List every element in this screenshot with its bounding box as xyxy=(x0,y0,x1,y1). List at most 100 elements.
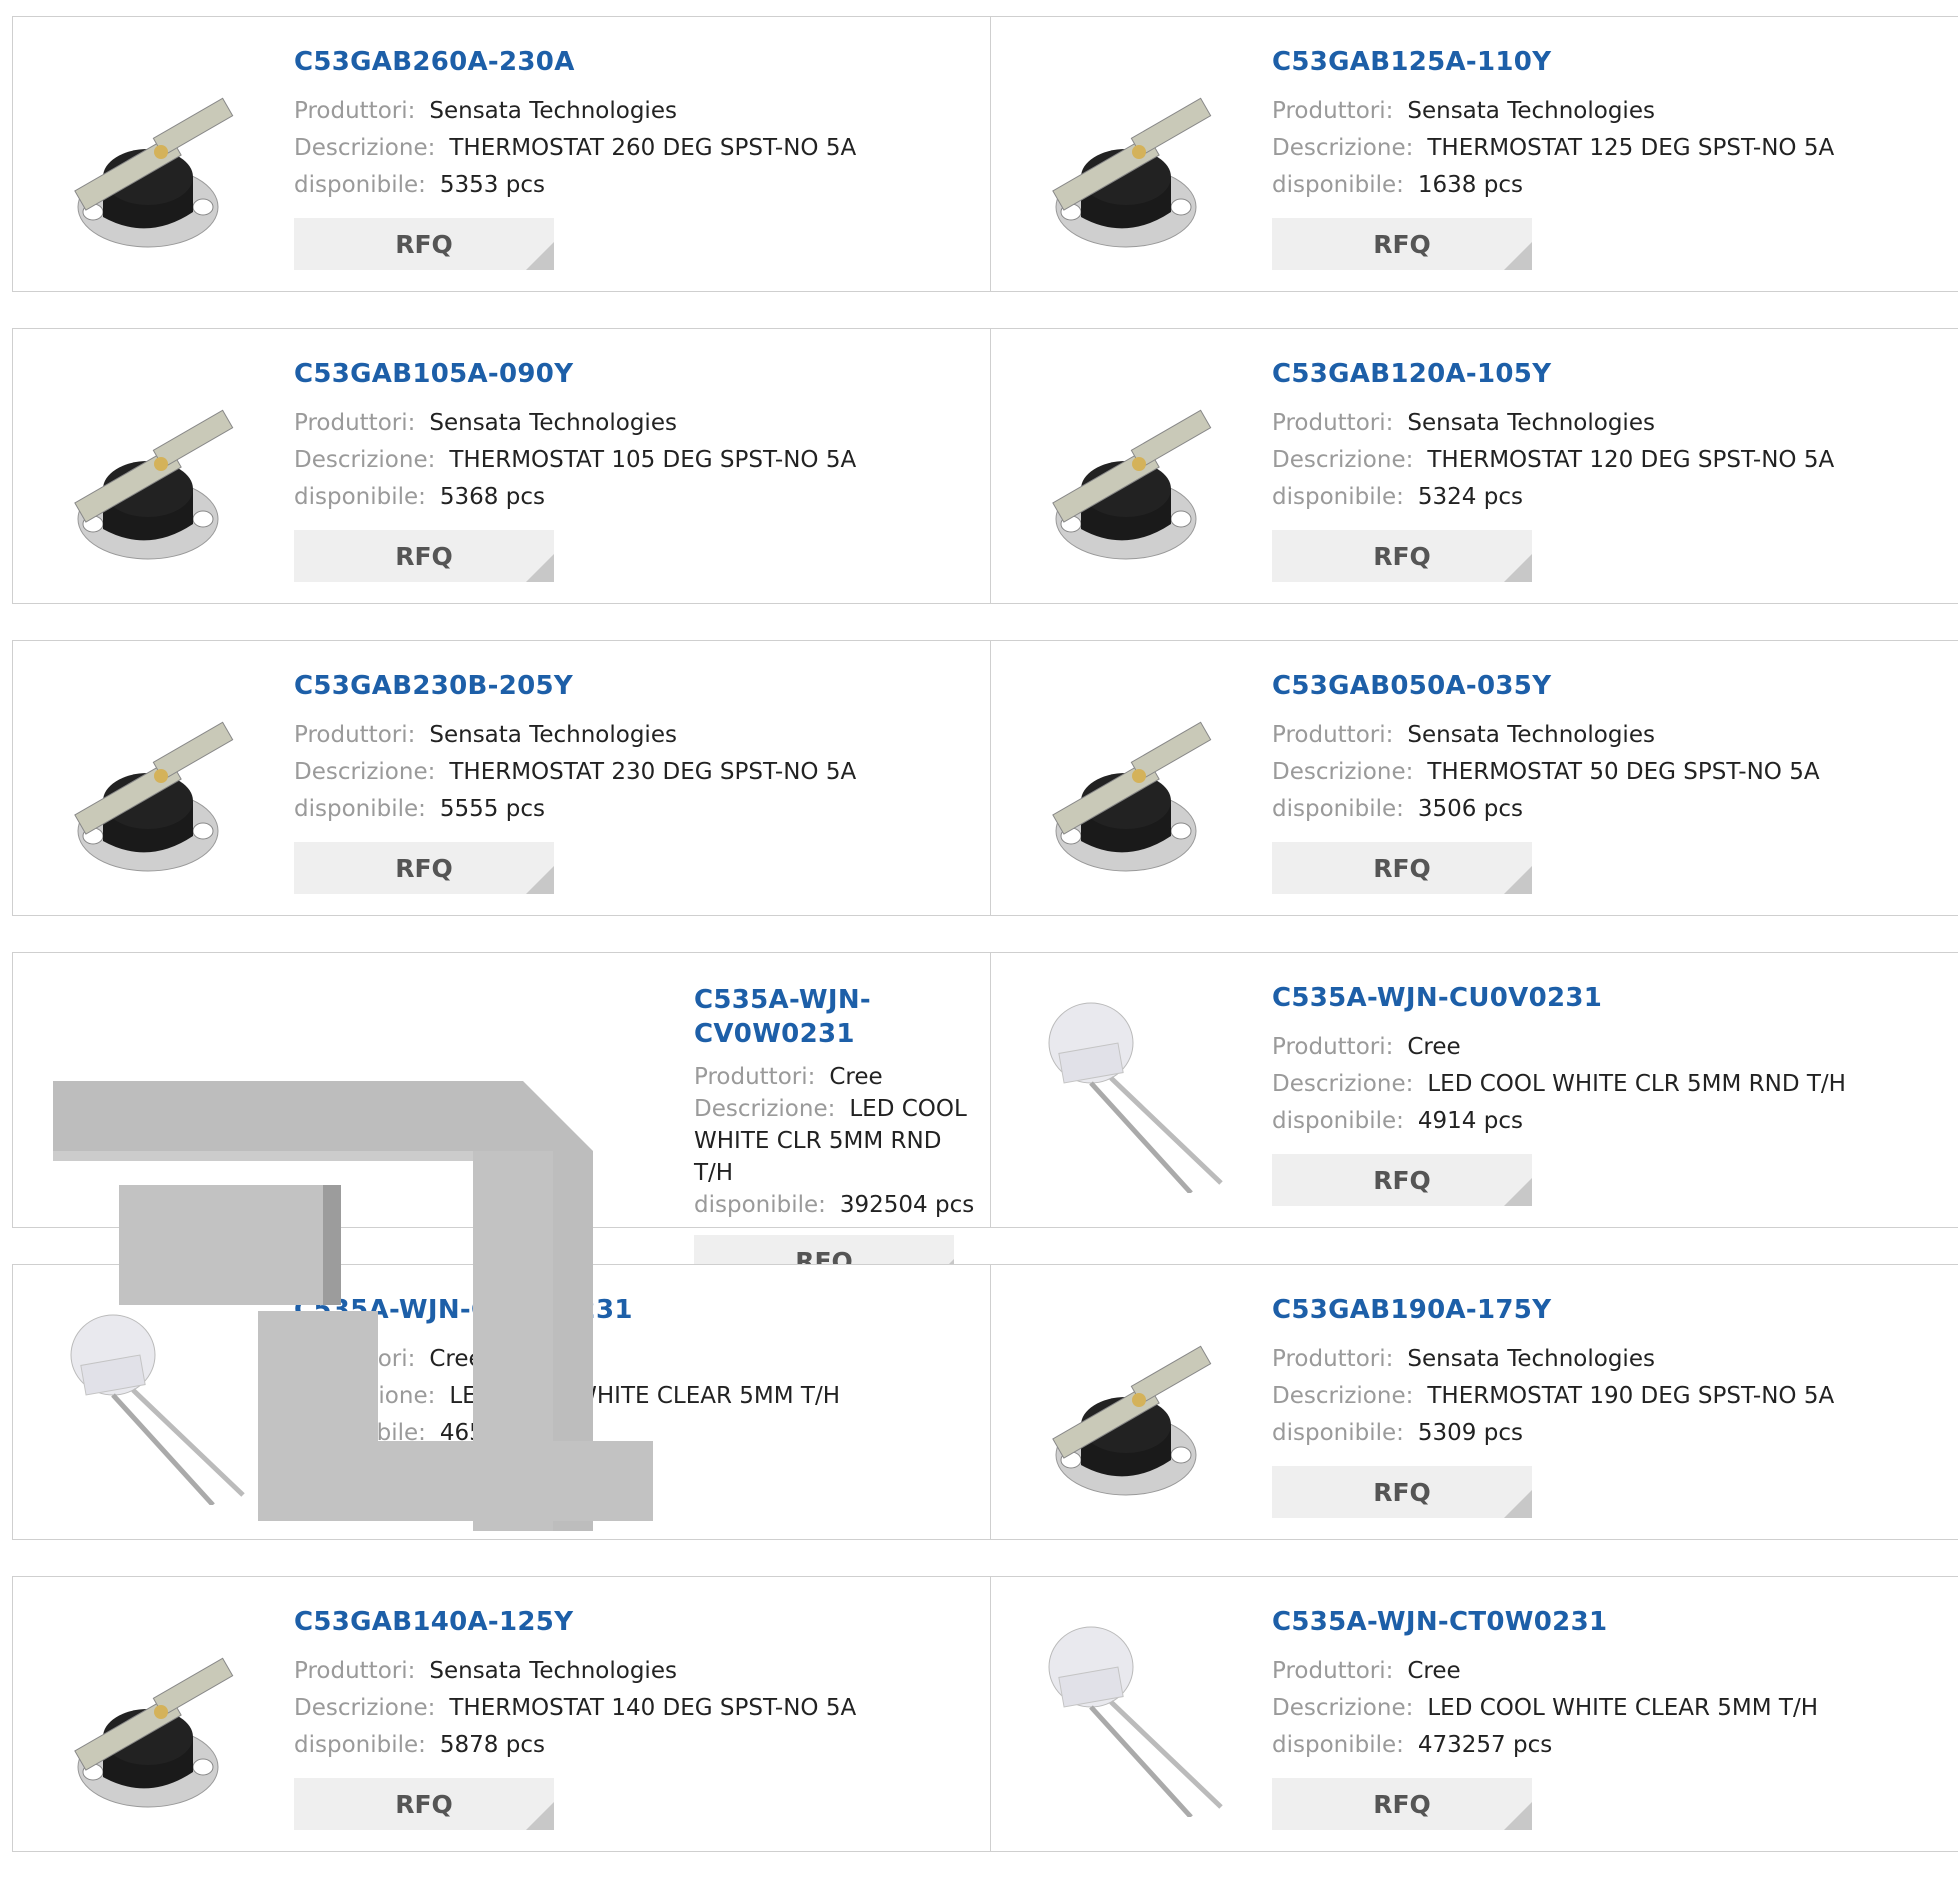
manufacturer-line: Produttori: Cree xyxy=(1272,1653,1872,1690)
manufacturer-value: Sensata Technologies xyxy=(429,410,677,436)
rfq-button[interactable]: RFQ xyxy=(294,530,554,582)
description-value: THERMOSTAT 105 DEG SPST-NO 5A xyxy=(449,447,857,473)
description-value: LED COOL WHITE CLEAR 5MM T/H xyxy=(1427,1695,1818,1721)
manufacturer-line: Produttori: Sensata Technologies xyxy=(1272,1341,1872,1378)
description-value: THERMOSTAT 230 DEG SPST-NO 5A xyxy=(449,759,857,785)
rfq-button[interactable]: RFQ xyxy=(1272,1778,1532,1830)
description-label: Descrizione: xyxy=(294,447,436,473)
corner-decoration xyxy=(526,242,554,270)
available-label: disponibile: xyxy=(1272,1108,1404,1134)
thermostat-image[interactable] xyxy=(1031,57,1231,257)
part-number-link[interactable]: C53GAB120A-105Y xyxy=(1272,359,1872,389)
available-label: disponibile: xyxy=(694,1192,826,1218)
available-value: 5555 pcs xyxy=(439,796,545,822)
led-image[interactable] xyxy=(1031,993,1231,1195)
description-value: THERMOSTAT 190 DEG SPST-NO 5A xyxy=(1427,1383,1835,1409)
description-label: Descrizione: xyxy=(1272,759,1414,785)
manufacturer-label: Produttori: xyxy=(1272,722,1394,748)
manufacturer-line: Produttori: Sensata Technologies xyxy=(294,717,894,754)
rfq-button[interactable]: RFQ xyxy=(1272,1154,1532,1206)
manufacturer-label: Produttori: xyxy=(1272,1346,1394,1372)
part-number-link[interactable]: C535A-WJN-CU0V0231 xyxy=(1272,983,1872,1013)
description-value: THERMOSTAT 260 DEG SPST-NO 5A xyxy=(449,135,857,161)
rfq-button[interactable]: RFQ xyxy=(294,218,554,270)
manufacturer-line: Produttori: Sensata Technologies xyxy=(294,405,894,442)
available-label: disponibile: xyxy=(294,1732,426,1758)
part-number-link[interactable]: C53GAB050A-035Y xyxy=(1272,671,1872,701)
description-line: Descrizione: THERMOSTAT 50 DEG SPST-NO 5A xyxy=(1272,754,1872,791)
description-label: Descrizione: xyxy=(294,1695,436,1721)
description-line: Descrizione: THERMOSTAT 230 DEG SPST-NO 5… xyxy=(294,754,894,791)
manufacturer-label: Produttori: xyxy=(294,1658,416,1684)
product-row: C53GAB260A-230A Produttori: Sensata Techno… xyxy=(12,16,1958,292)
manufacturer-line: Produttori: Cree xyxy=(694,1061,984,1093)
manufacturer-value: Cree xyxy=(1407,1658,1461,1684)
thermostat-image[interactable] xyxy=(1031,681,1231,881)
manufacturer-value: Sensata Technologies xyxy=(1407,98,1655,124)
part-number-link[interactable]: C53GAB140A-125Y xyxy=(294,1607,894,1637)
description-label: Descrizione: xyxy=(294,135,436,161)
thermostat-image[interactable] xyxy=(53,681,253,881)
product-info: C535A-WJN-CV0W0231 Produttori: Cree Descriz… xyxy=(694,983,984,1287)
manufacturer-value: Cree xyxy=(829,1064,883,1090)
product-info: C53GAB050A-035Y Produttori: Sensata Techno… xyxy=(1272,671,1872,894)
manufacturer-value: Sensata Technologies xyxy=(429,722,677,748)
description-line: Descrizione: THERMOSTAT 140 DEG SPST-NO 5… xyxy=(294,1690,894,1727)
product-card: C53GAB260A-230A Produttori: Sensata Techno… xyxy=(12,16,992,292)
available-label: disponibile: xyxy=(294,796,426,822)
description-line: Descrizione: THERMOSTAT 120 DEG SPST-NO 5… xyxy=(1272,442,1872,479)
availability-line: disponibile: 3506 pcs xyxy=(1272,791,1872,828)
product-card: C535A-WJN-CU0V0231 Produttori: Cree Descriz… xyxy=(990,952,1958,1228)
thermostat-image[interactable] xyxy=(1031,369,1231,569)
rfq-button[interactable]: RFQ xyxy=(294,1778,554,1830)
part-number-link[interactable]: C53GAB260A-230A xyxy=(294,47,894,77)
description-label: Descrizione: xyxy=(1272,447,1414,473)
bracket-image[interactable] xyxy=(53,1081,658,1531)
product-info: C53GAB190A-175Y Produttori: Sensata Techno… xyxy=(1272,1295,1872,1518)
availability-line: disponibile: 392504 pcs xyxy=(694,1189,984,1221)
thermostat-image[interactable] xyxy=(53,369,253,569)
led-image[interactable] xyxy=(1031,1617,1231,1819)
available-value: 1638 pcs xyxy=(1417,172,1523,198)
manufacturer-label: Produttori: xyxy=(694,1064,816,1090)
manufacturer-value: Sensata Technologies xyxy=(429,98,677,124)
rfq-label: RFQ xyxy=(1373,1789,1431,1819)
thermostat-image[interactable] xyxy=(53,1617,253,1817)
description-line: Descrizione: THERMOSTAT 190 DEG SPST-NO 5… xyxy=(1272,1378,1872,1415)
corner-decoration xyxy=(1504,554,1532,582)
product-info: C53GAB140A-125Y Produttori: Sensata Techno… xyxy=(294,1607,894,1830)
description-value: LED COOL WHITE CLR 5MM RND T/H xyxy=(1427,1071,1846,1097)
product-card: C53GAB105A-090Y Produttori: Sensata Techno… xyxy=(12,328,992,604)
rfq-button[interactable]: RFQ xyxy=(294,842,554,894)
rfq-button[interactable]: RFQ xyxy=(1272,530,1532,582)
availability-line: disponibile: 5353 pcs xyxy=(294,167,894,204)
product-card: C53GAB230B-205Y Produttori: Sensata Techno… xyxy=(12,640,992,916)
available-value: 5368 pcs xyxy=(439,484,545,510)
manufacturer-label: Produttori: xyxy=(294,722,416,748)
part-number-link[interactable]: C53GAB105A-090Y xyxy=(294,359,894,389)
availability-line: disponibile: 5309 pcs xyxy=(1272,1415,1872,1452)
corner-decoration xyxy=(1504,1178,1532,1206)
product-info: C535A-WJN-CT0W0231 Produttori: Cree Descriz… xyxy=(1272,1607,1872,1830)
corner-decoration xyxy=(1504,1490,1532,1518)
description-label: Descrizione: xyxy=(294,759,436,785)
description-line: Descrizione: THERMOSTAT 105 DEG SPST-NO 5… xyxy=(294,442,894,479)
rfq-button[interactable]: RFQ xyxy=(1272,218,1532,270)
available-label: disponibile: xyxy=(1272,796,1404,822)
manufacturer-label: Produttori: xyxy=(1272,1658,1394,1684)
availability-line: disponibile: 5555 pcs xyxy=(294,791,894,828)
thermostat-image[interactable] xyxy=(53,57,253,257)
part-number-link[interactable]: C535A-WJN-CV0W0231 xyxy=(694,983,984,1051)
manufacturer-line: Produttori: Sensata Technologies xyxy=(1272,717,1872,754)
rfq-button[interactable]: RFQ xyxy=(1272,1466,1532,1518)
description-line: Descrizione: THERMOSTAT 125 DEG SPST-NO 5… xyxy=(1272,130,1872,167)
rfq-button[interactable]: RFQ xyxy=(1272,842,1532,894)
thermostat-image[interactable] xyxy=(1031,1305,1231,1505)
rfq-label: RFQ xyxy=(395,229,453,259)
manufacturer-label: Produttori: xyxy=(294,410,416,436)
part-number-link[interactable]: C53GAB230B-205Y xyxy=(294,671,894,701)
availability-line: disponibile: 4914 pcs xyxy=(1272,1103,1872,1140)
part-number-link[interactable]: C535A-WJN-CT0W0231 xyxy=(1272,1607,1872,1637)
part-number-link[interactable]: C53GAB190A-175Y xyxy=(1272,1295,1872,1325)
part-number-link[interactable]: C53GAB125A-110Y xyxy=(1272,47,1872,77)
